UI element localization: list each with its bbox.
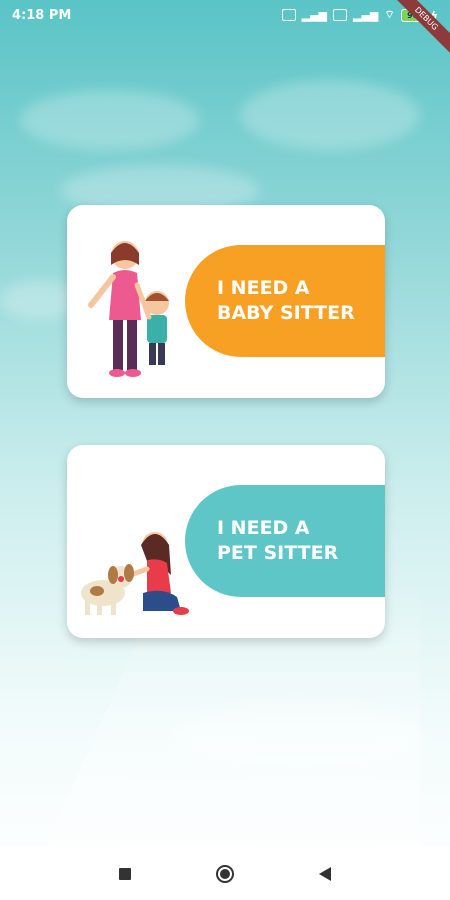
pet-sitter-line2: PET SITTER	[217, 542, 339, 564]
system-nav-bar	[0, 847, 450, 900]
cloud-decoration	[240, 80, 420, 150]
back-button[interactable]	[315, 864, 335, 884]
wifi-icon: ⌔	[384, 8, 395, 21]
status-time: 4:18 PM	[12, 7, 72, 23]
recent-apps-button[interactable]	[115, 864, 135, 884]
pet-sitter-button[interactable]: I NEED A PET SITTER	[185, 485, 385, 597]
status-bar: 4:18 PM ▂▄▆ ▂▄▆ ⌔ 98 ϟ	[0, 0, 450, 30]
pet-sitter-line1: I NEED A	[217, 517, 310, 539]
baby-sitter-line2: BABY SITTER	[217, 302, 355, 324]
home-button[interactable]	[215, 864, 235, 884]
mother-child-illustration	[88, 241, 169, 377]
pet-sitter-card[interactable]: I NEED A PET SITTER	[67, 445, 385, 638]
girl-dog-illustration	[81, 532, 189, 615]
sim-icon	[281, 9, 296, 21]
triangle-back-icon	[319, 866, 331, 881]
baby-sitter-label: I NEED A BABY SITTER	[217, 276, 355, 326]
square-icon	[119, 867, 131, 880]
baby-sitter-button[interactable]: I NEED A BABY SITTER	[185, 245, 385, 357]
cloud-decoration	[20, 90, 200, 150]
sim-icon	[333, 9, 347, 21]
circle-icon	[216, 864, 234, 883]
pet-sitter-label: I NEED A PET SITTER	[217, 516, 338, 566]
baby-sitter-line1: I NEED A	[217, 277, 310, 299]
signal-icon: ▂▄▆	[353, 8, 379, 22]
baby-sitter-card[interactable]: I NEED A BABY SITTER	[67, 205, 385, 398]
signal-icon: ▂▄▆	[301, 8, 327, 22]
